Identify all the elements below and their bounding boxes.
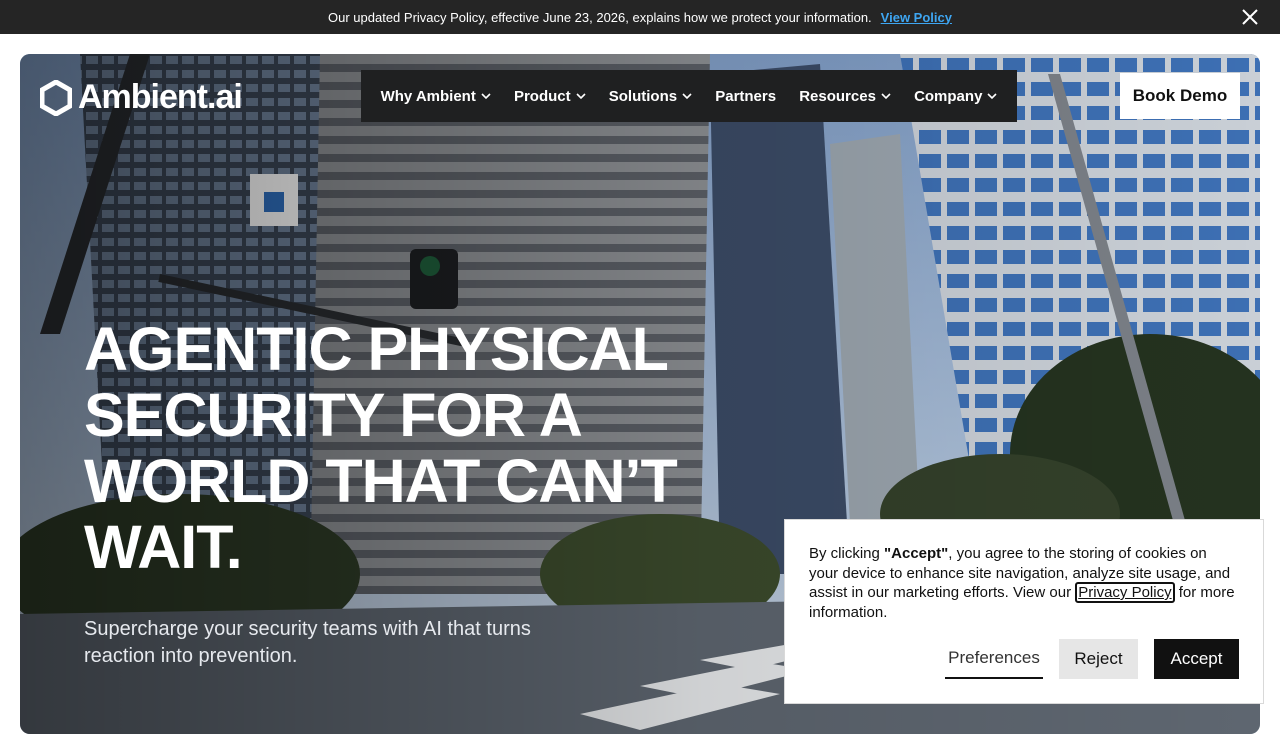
nav-label: Partners xyxy=(715,87,777,105)
nav-label: Company xyxy=(914,87,983,105)
nav-resources[interactable]: Resources xyxy=(799,88,891,105)
cookie-message: By clicking "Accept", you agree to the s… xyxy=(809,544,1239,622)
book-demo-button[interactable]: Book Demo xyxy=(1120,73,1240,119)
hero-headline: AGENTIC PHYSICAL SECURITY FOR A WORLD TH… xyxy=(84,316,684,580)
chevron-down-icon xyxy=(881,93,891,100)
cookie-actions: Preferences Reject Accept xyxy=(945,639,1239,679)
accept-button[interactable]: Accept xyxy=(1154,639,1239,679)
nav-why-ambient[interactable]: Why Ambient xyxy=(381,88,491,105)
main-nav: Why Ambient Product Solutions Partners R… xyxy=(361,70,1017,122)
nav-label: Resources xyxy=(799,87,876,105)
close-icon[interactable] xyxy=(1240,7,1260,27)
hexagon-logo-icon xyxy=(40,79,72,116)
nav-label: Product xyxy=(513,87,571,105)
headline-line: WAIT. xyxy=(84,513,243,581)
nav-solutions[interactable]: Solutions xyxy=(609,88,692,105)
chevron-down-icon xyxy=(481,93,491,100)
privacy-policy-link[interactable]: Privacy Policy xyxy=(1075,582,1175,603)
cookie-prefix: By clicking xyxy=(809,545,885,562)
nav-product[interactable]: Product xyxy=(514,88,586,105)
subhead-line: reaction into prevention. xyxy=(84,645,298,667)
announcement-bar: Our updated Privacy Policy, effective Ju… xyxy=(0,0,1280,34)
ambient-logo[interactable]: Ambient.ai xyxy=(40,78,243,117)
chevron-down-icon xyxy=(682,93,692,100)
nav-partners[interactable]: Partners xyxy=(715,88,776,105)
announcement-text: Our updated Privacy Policy, effective Ju… xyxy=(328,9,872,25)
headline-line: AGENTIC PHYSICAL xyxy=(84,315,669,383)
nav-label: Why Ambient xyxy=(380,87,476,105)
logo-text: Ambient.ai xyxy=(78,78,243,116)
cookie-accept-quote: "Accept" xyxy=(884,545,949,562)
nav-label: Solutions xyxy=(608,87,678,105)
cookie-banner: By clicking "Accept", you agree to the s… xyxy=(784,519,1264,704)
hero-subhead: Supercharge your security teams with AI … xyxy=(84,616,584,670)
chevron-down-icon xyxy=(576,93,586,100)
view-policy-link[interactable]: View Policy xyxy=(881,10,952,25)
preferences-button[interactable]: Preferences xyxy=(945,639,1043,679)
headline-line: SECURITY FOR A xyxy=(84,381,583,449)
subhead-line: Supercharge your security teams with AI … xyxy=(84,618,531,640)
reject-button[interactable]: Reject xyxy=(1059,639,1138,679)
nav-company[interactable]: Company xyxy=(914,88,997,105)
chevron-down-icon xyxy=(987,93,997,100)
headline-line: WORLD THAT CAN’T xyxy=(84,447,678,515)
